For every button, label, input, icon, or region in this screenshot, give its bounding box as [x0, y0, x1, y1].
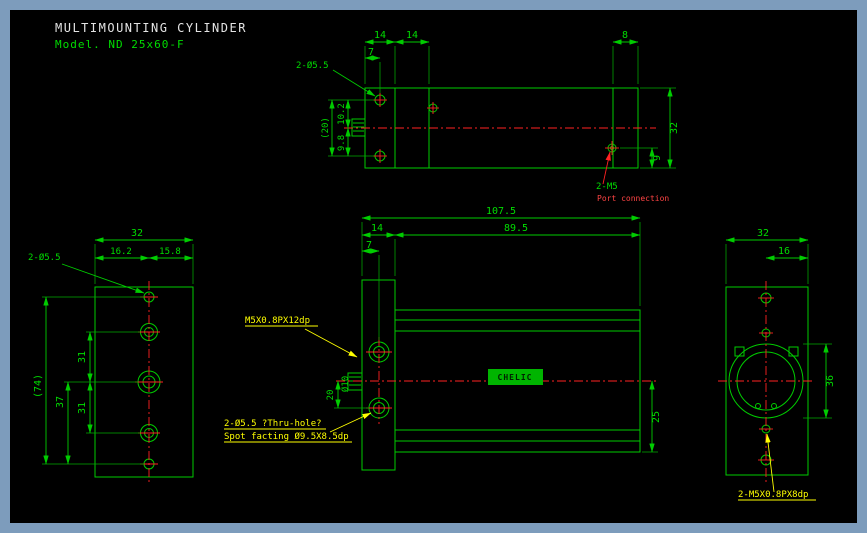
brand-sticker: CHELIC — [488, 369, 543, 385]
hole-callout: 2-Ø5.5 — [296, 60, 329, 71]
brand-logo: CHELIC — [498, 373, 533, 382]
dim-label: 37 — [55, 396, 66, 408]
dim-label: (20) — [321, 117, 331, 139]
dim-label: 14 — [374, 30, 386, 41]
dim-label: 25 — [651, 411, 662, 423]
drawing-title: MULTIMOUNTING CYLINDER — [55, 21, 247, 35]
drawing-canvas — [10, 10, 857, 523]
dim-label: 31 — [77, 351, 88, 363]
dim-label: 32 — [669, 122, 680, 134]
drawing-model: Model. ND 25x60-F — [55, 38, 185, 51]
dim-label: 32 — [131, 228, 143, 239]
dim-label: 9.8 — [337, 135, 347, 151]
port-callout: 2-M5 — [596, 182, 618, 192]
dim-label: (74) — [33, 374, 44, 398]
dim-label: 15.8 — [159, 247, 181, 257]
dim-label: 14 — [371, 223, 383, 234]
dim-label: 7 — [368, 47, 374, 58]
thread-callout: 2-M5X0.8PX8dp — [738, 490, 808, 500]
spot-facing-callout: Spot facting Ø9.5X8.5dp — [224, 431, 349, 442]
hole-callout: 2-Ø5.5 — [28, 252, 61, 263]
dim-label: 14 — [406, 30, 418, 41]
dim-label: 10.2 — [337, 103, 347, 125]
dim-label: 16 — [778, 246, 790, 257]
dim-label: 9 — [652, 155, 663, 161]
dim-label: 89.5 — [504, 223, 528, 234]
dim-label: 107.5 — [486, 206, 516, 217]
dim-label: 31 — [77, 402, 88, 414]
port-note: Port connection — [597, 194, 669, 203]
dim-label: 16.2 — [110, 247, 132, 257]
dim-label: 32 — [757, 228, 769, 239]
thru-hole-callout: 2-Ø5.5 ?Thru-hole? — [224, 418, 322, 429]
dim-label: 8 — [622, 30, 628, 41]
dim-label: 7 — [366, 240, 372, 251]
cad-viewer: MULTIMOUNTING CYLINDER Model. ND 25x60-F — [0, 0, 867, 533]
rod-thread-callout: M5X0.8PX12dp — [245, 316, 310, 326]
dim-label: Ø10 — [340, 376, 351, 392]
dim-label: 36 — [825, 375, 836, 387]
dim-label: 20 — [326, 390, 336, 401]
